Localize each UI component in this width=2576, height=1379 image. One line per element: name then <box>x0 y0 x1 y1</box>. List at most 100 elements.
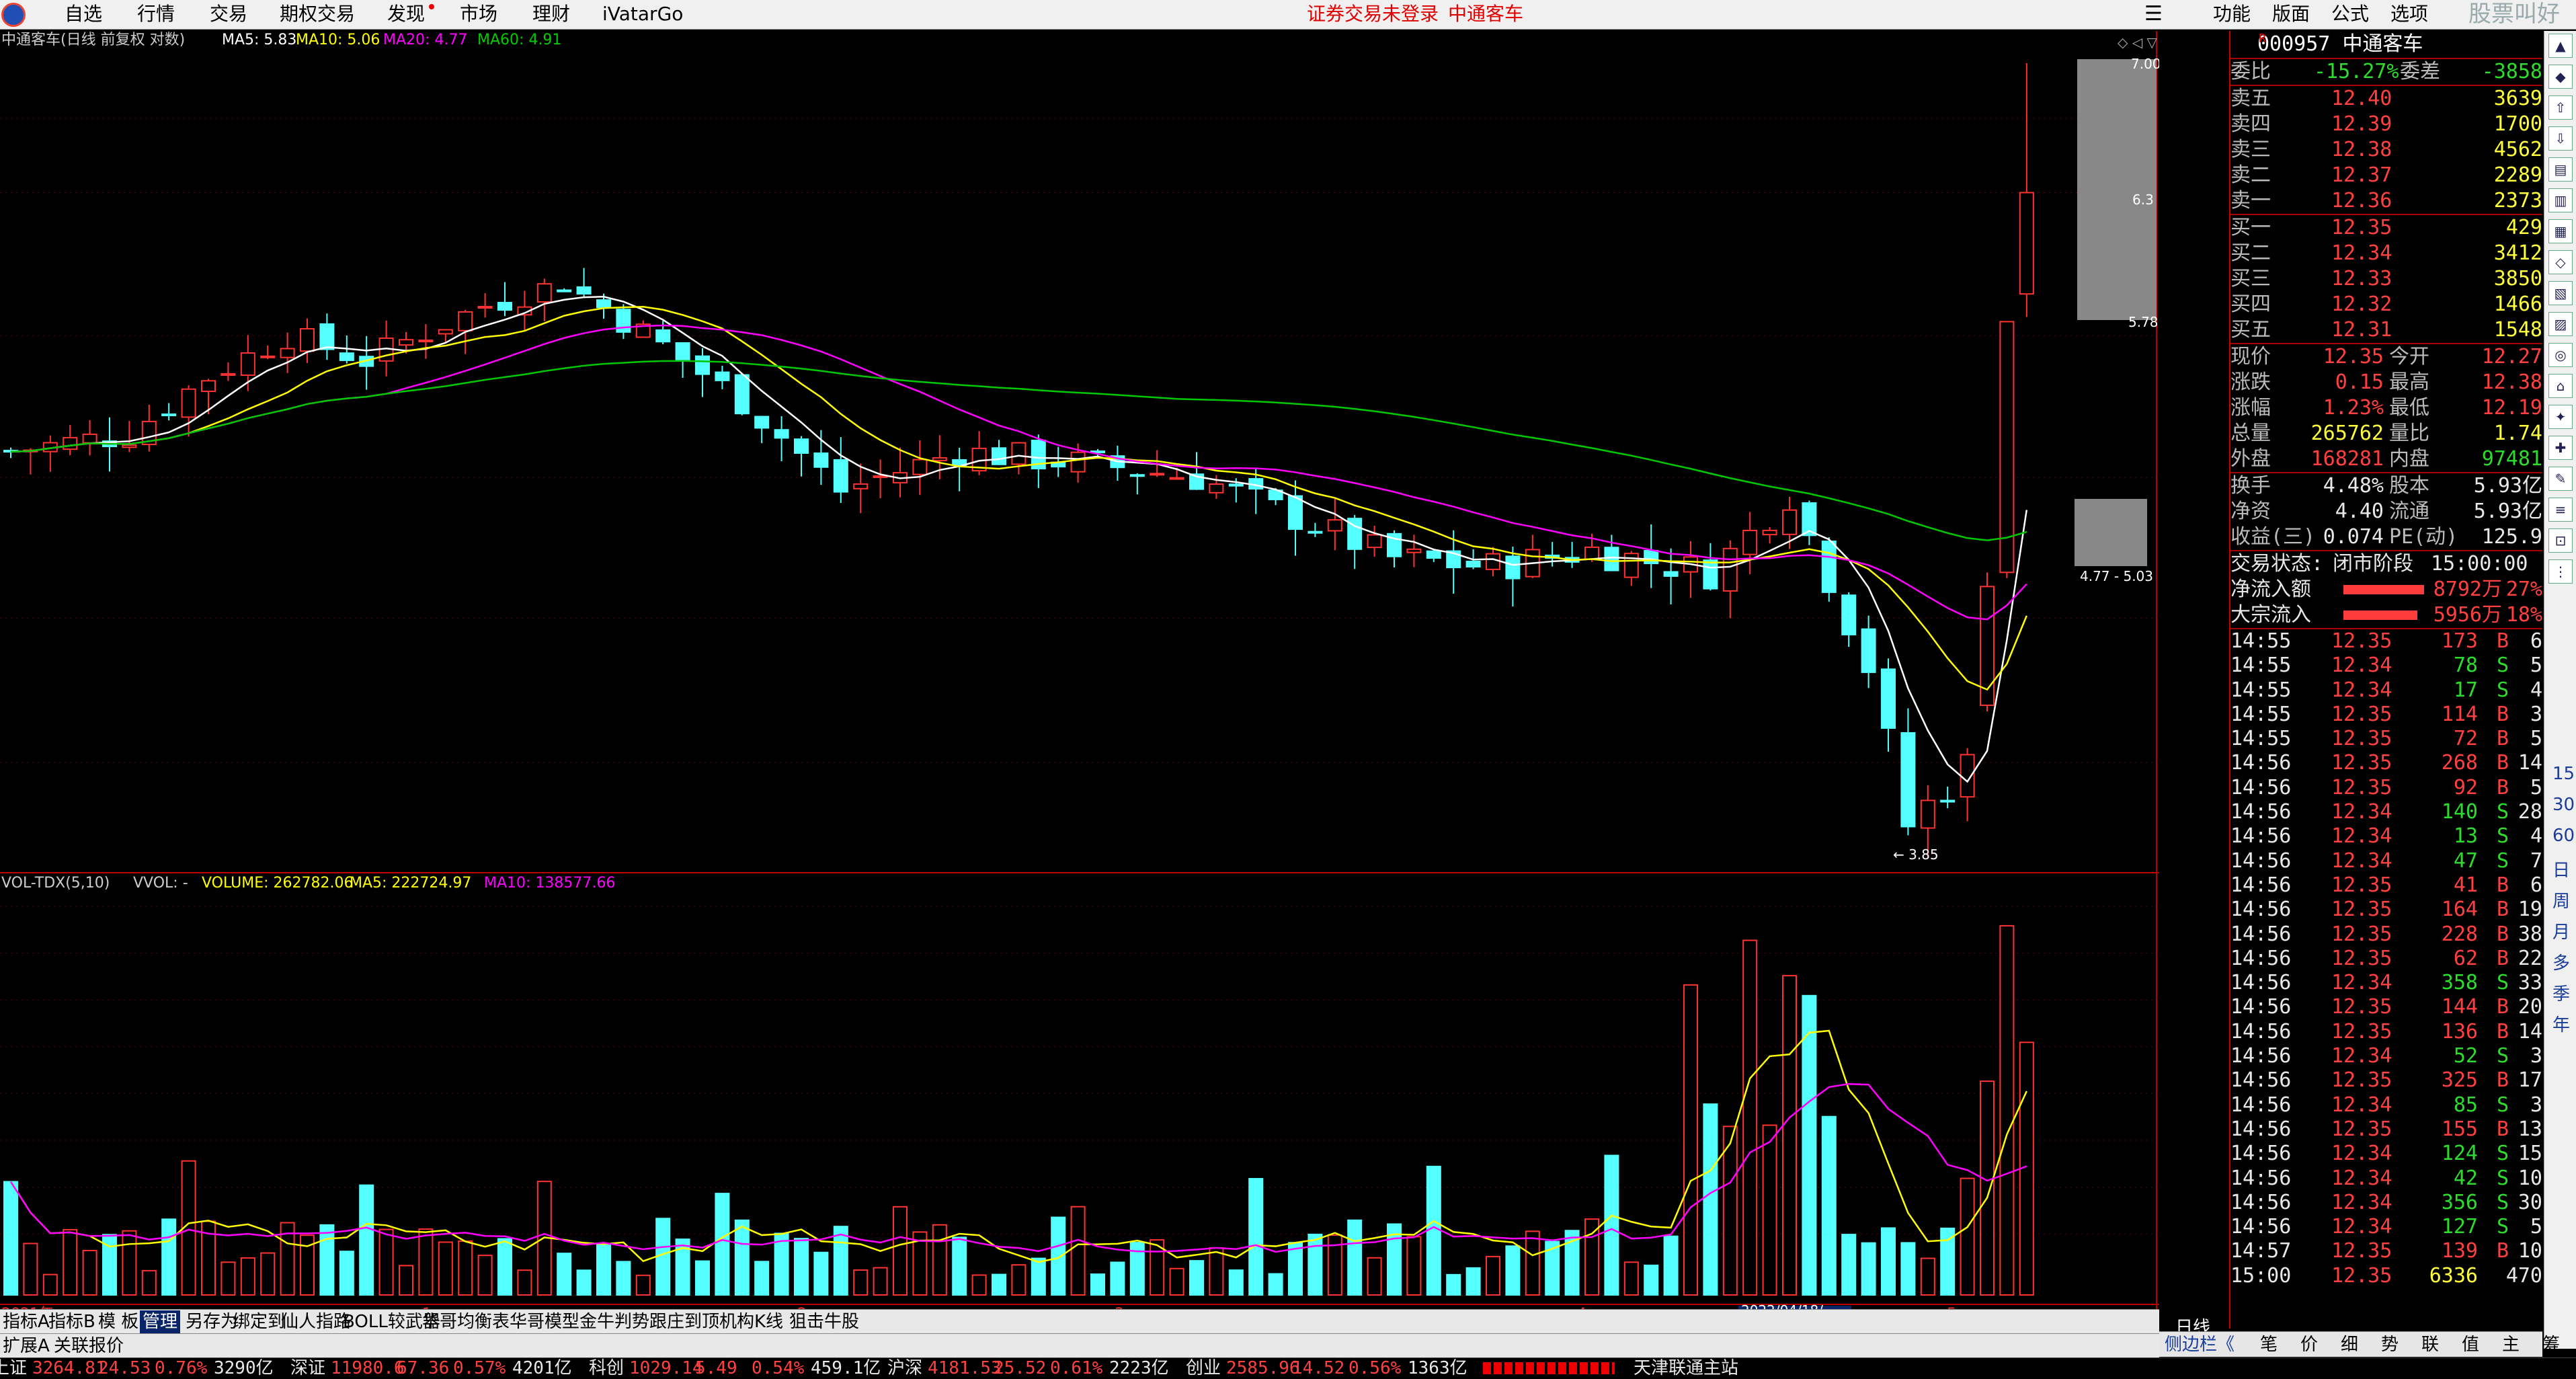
side-collapse-tab[interactable]: 侧边栏《 <box>2165 1333 2235 1356</box>
indicator-button[interactable]: 跟庄到顶 <box>647 1310 722 1333</box>
candle-body <box>1307 530 1323 534</box>
sell-level-row[interactable]: 卖一 12.36 2373 <box>2230 188 2542 214</box>
period-tab[interactable]: 周 <box>2552 888 2570 912</box>
tool-icon[interactable]: ⊡ <box>2548 528 2573 553</box>
tool-icon[interactable]: ▧ <box>2548 281 2573 305</box>
side-tab[interactable]: 势 <box>2381 1333 2399 1356</box>
candle-body <box>201 380 216 393</box>
buy-level-row[interactable]: 买三 12.33 3850 <box>2230 266 2542 292</box>
buy-level-row[interactable]: 买四 12.32 1466 <box>2230 292 2542 317</box>
period-tab[interactable]: 日 <box>2552 857 2570 881</box>
tick-volume: 47 <box>2453 849 2478 873</box>
indicator-button[interactable]: 狙击牛股 <box>787 1310 862 1333</box>
stat-row: 总量 265762 量比 1.74 <box>2230 421 2542 446</box>
tool-icon[interactable]: ⇧ <box>2548 95 2573 120</box>
index-name[interactable]: 深证 <box>290 1358 325 1379</box>
menu-item-xuanxiang[interactable]: 选项 <box>2390 1 2428 27</box>
menu-item-ivatargo[interactable]: iVatarGo <box>602 1 683 27</box>
indicator-button[interactable]: 模 板 <box>95 1310 141 1333</box>
side-tab[interactable]: 笔 <box>2260 1333 2278 1356</box>
menu-item-options[interactable]: 期权交易 <box>280 1 355 27</box>
sell-level-row[interactable]: 卖三 12.38 4562 <box>2230 137 2542 163</box>
tool-icon[interactable]: ⋮ <box>2548 559 2573 584</box>
indicator-button[interactable]: 华哥均衡表 <box>419 1310 512 1333</box>
side-tab[interactable]: 价 <box>2300 1333 2318 1356</box>
stat-value: 265762 <box>2310 422 2384 445</box>
period-tab[interactable]: 多 <box>2552 949 2570 974</box>
tick-count: 5 <box>2530 654 2542 678</box>
volume-bar <box>715 1193 730 1296</box>
server-station[interactable]: 天津联通主站 <box>1634 1358 1738 1379</box>
kline-chart-area[interactable]: 中通客车(日线 前复权 对数) MA5: 5.83 MA10: 5.06 MA20: … <box>0 31 2159 1315</box>
tick-list[interactable]: 14:55 12.35 173 B 6 14:55 12.34 78 S 5 14:55 12.34 1… <box>2230 629 2542 1288</box>
menu-item-licai[interactable]: 理财 <box>532 1 570 27</box>
period-tab[interactable]: 月 <box>2552 918 2570 943</box>
buy-level-row[interactable]: 买五 12.31 1548 <box>2230 317 2542 343</box>
tick-volume: 127 <box>2441 1215 2478 1239</box>
tool-icon[interactable]: ✎ <box>2548 467 2573 491</box>
menu-item-jiaoyi[interactable]: 交易 <box>210 1 247 27</box>
sell-level-row[interactable]: 卖四 12.39 1700 <box>2230 112 2542 137</box>
tool-icon[interactable]: ◇ <box>2548 250 2573 274</box>
buy-level-row[interactable]: 买二 12.34 3412 <box>2230 241 2542 266</box>
indicator-button[interactable]: 指标A <box>0 1310 52 1333</box>
tool-icon[interactable]: ✚ <box>2548 436 2573 460</box>
period-tab[interactable]: 60 <box>2552 826 2575 846</box>
index-name[interactable]: 创业 <box>1186 1358 1221 1379</box>
login-status[interactable]: 证券交易未登录 <box>1307 1 1439 27</box>
indicator-button[interactable]: 指标B <box>46 1310 98 1333</box>
tick-count: 4 <box>2530 678 2542 702</box>
index-name[interactable]: 上证 <box>0 1358 27 1379</box>
tool-icon[interactable]: ▨ <box>2548 312 2573 336</box>
tick-count: 14 <box>2518 751 2542 775</box>
period-tab[interactable]: 季 <box>2552 980 2570 1005</box>
index-name[interactable]: 科创 <box>589 1358 624 1379</box>
index-name[interactable]: 沪深 <box>887 1358 922 1379</box>
side-tab[interactable]: 细 <box>2341 1333 2358 1356</box>
menu-item-zixuan[interactable]: 自选 <box>65 1 102 27</box>
menu-item-faxian[interactable]: 发现 <box>387 1 425 27</box>
tick-volume: 42 <box>2453 1166 2478 1190</box>
tool-icon[interactable]: ▲ <box>2548 34 2573 58</box>
buy-level-row[interactable]: 买一 12.35 429 <box>2230 215 2542 241</box>
menu-item-banmian[interactable]: 版面 <box>2272 1 2310 27</box>
volume-bar <box>1228 1269 1244 1296</box>
tool-icon[interactable]: ◎ <box>2548 343 2573 367</box>
tick-row: 14:56 12.35 228 B 38 <box>2230 922 2542 947</box>
menu-item-gongshi[interactable]: 公式 <box>2331 1 2369 27</box>
index-value: 2585.96 <box>1226 1358 1300 1378</box>
indicator-button[interactable]: 金牛判势 <box>577 1310 652 1333</box>
indicator-button[interactable]: 机构K线 <box>717 1310 786 1333</box>
tool-icon[interactable]: ▥ <box>2548 188 2573 212</box>
tool-icon[interactable]: ⌂ <box>2548 374 2573 398</box>
side-tab[interactable]: 主 <box>2502 1333 2520 1356</box>
menu-item-hangqing[interactable]: 行情 <box>137 1 175 27</box>
level-price: 12.33 <box>2331 267 2392 290</box>
tool-icon[interactable]: ≡ <box>2548 498 2573 522</box>
tick-time: 14:55 <box>2230 702 2292 726</box>
candle-body <box>1584 546 1599 560</box>
indicator-button[interactable]: 管理 <box>140 1310 181 1333</box>
menu-item-gongneng[interactable]: 功能 <box>2213 1 2251 27</box>
menu-item-shichang[interactable]: 市场 <box>460 1 497 27</box>
tool-icon[interactable]: ⇩ <box>2548 126 2573 151</box>
sell-level-row[interactable]: 卖五 12.40 3639 <box>2230 86 2542 112</box>
side-tab[interactable]: 联 <box>2421 1333 2439 1356</box>
tool-icon[interactable]: ▤ <box>2548 157 2573 182</box>
tool-icon[interactable]: ▦ <box>2548 219 2573 243</box>
side-tab[interactable]: 筹 <box>2542 1333 2560 1356</box>
period-tab[interactable]: 15 <box>2552 764 2575 784</box>
kline-svg[interactable]: 中通客车(日线 前复权 对数) MA5: 5.83MA10: 5.06 MA20: … <box>0 31 2159 1315</box>
tool-icon[interactable]: ✦ <box>2548 405 2573 429</box>
side-tab[interactable]: 值 <box>2462 1333 2479 1356</box>
related-quote-tab[interactable]: 关联报价 <box>54 1335 124 1357</box>
period-tab[interactable]: 年 <box>2552 1011 2570 1036</box>
indicator-button[interactable]: 华哥模型 <box>507 1310 582 1333</box>
tool-icon[interactable]: ◆ <box>2548 65 2573 89</box>
period-tab[interactable]: 30 <box>2552 795 2575 815</box>
sell-level-row[interactable]: 卖二 12.37 2289 <box>2230 163 2542 188</box>
volume-bar <box>319 1224 335 1296</box>
menu-icon[interactable]: ☰ <box>2144 1 2163 27</box>
level-label: 卖四 <box>2230 112 2271 136</box>
extension-a-tab[interactable]: 扩展A <box>3 1335 50 1357</box>
